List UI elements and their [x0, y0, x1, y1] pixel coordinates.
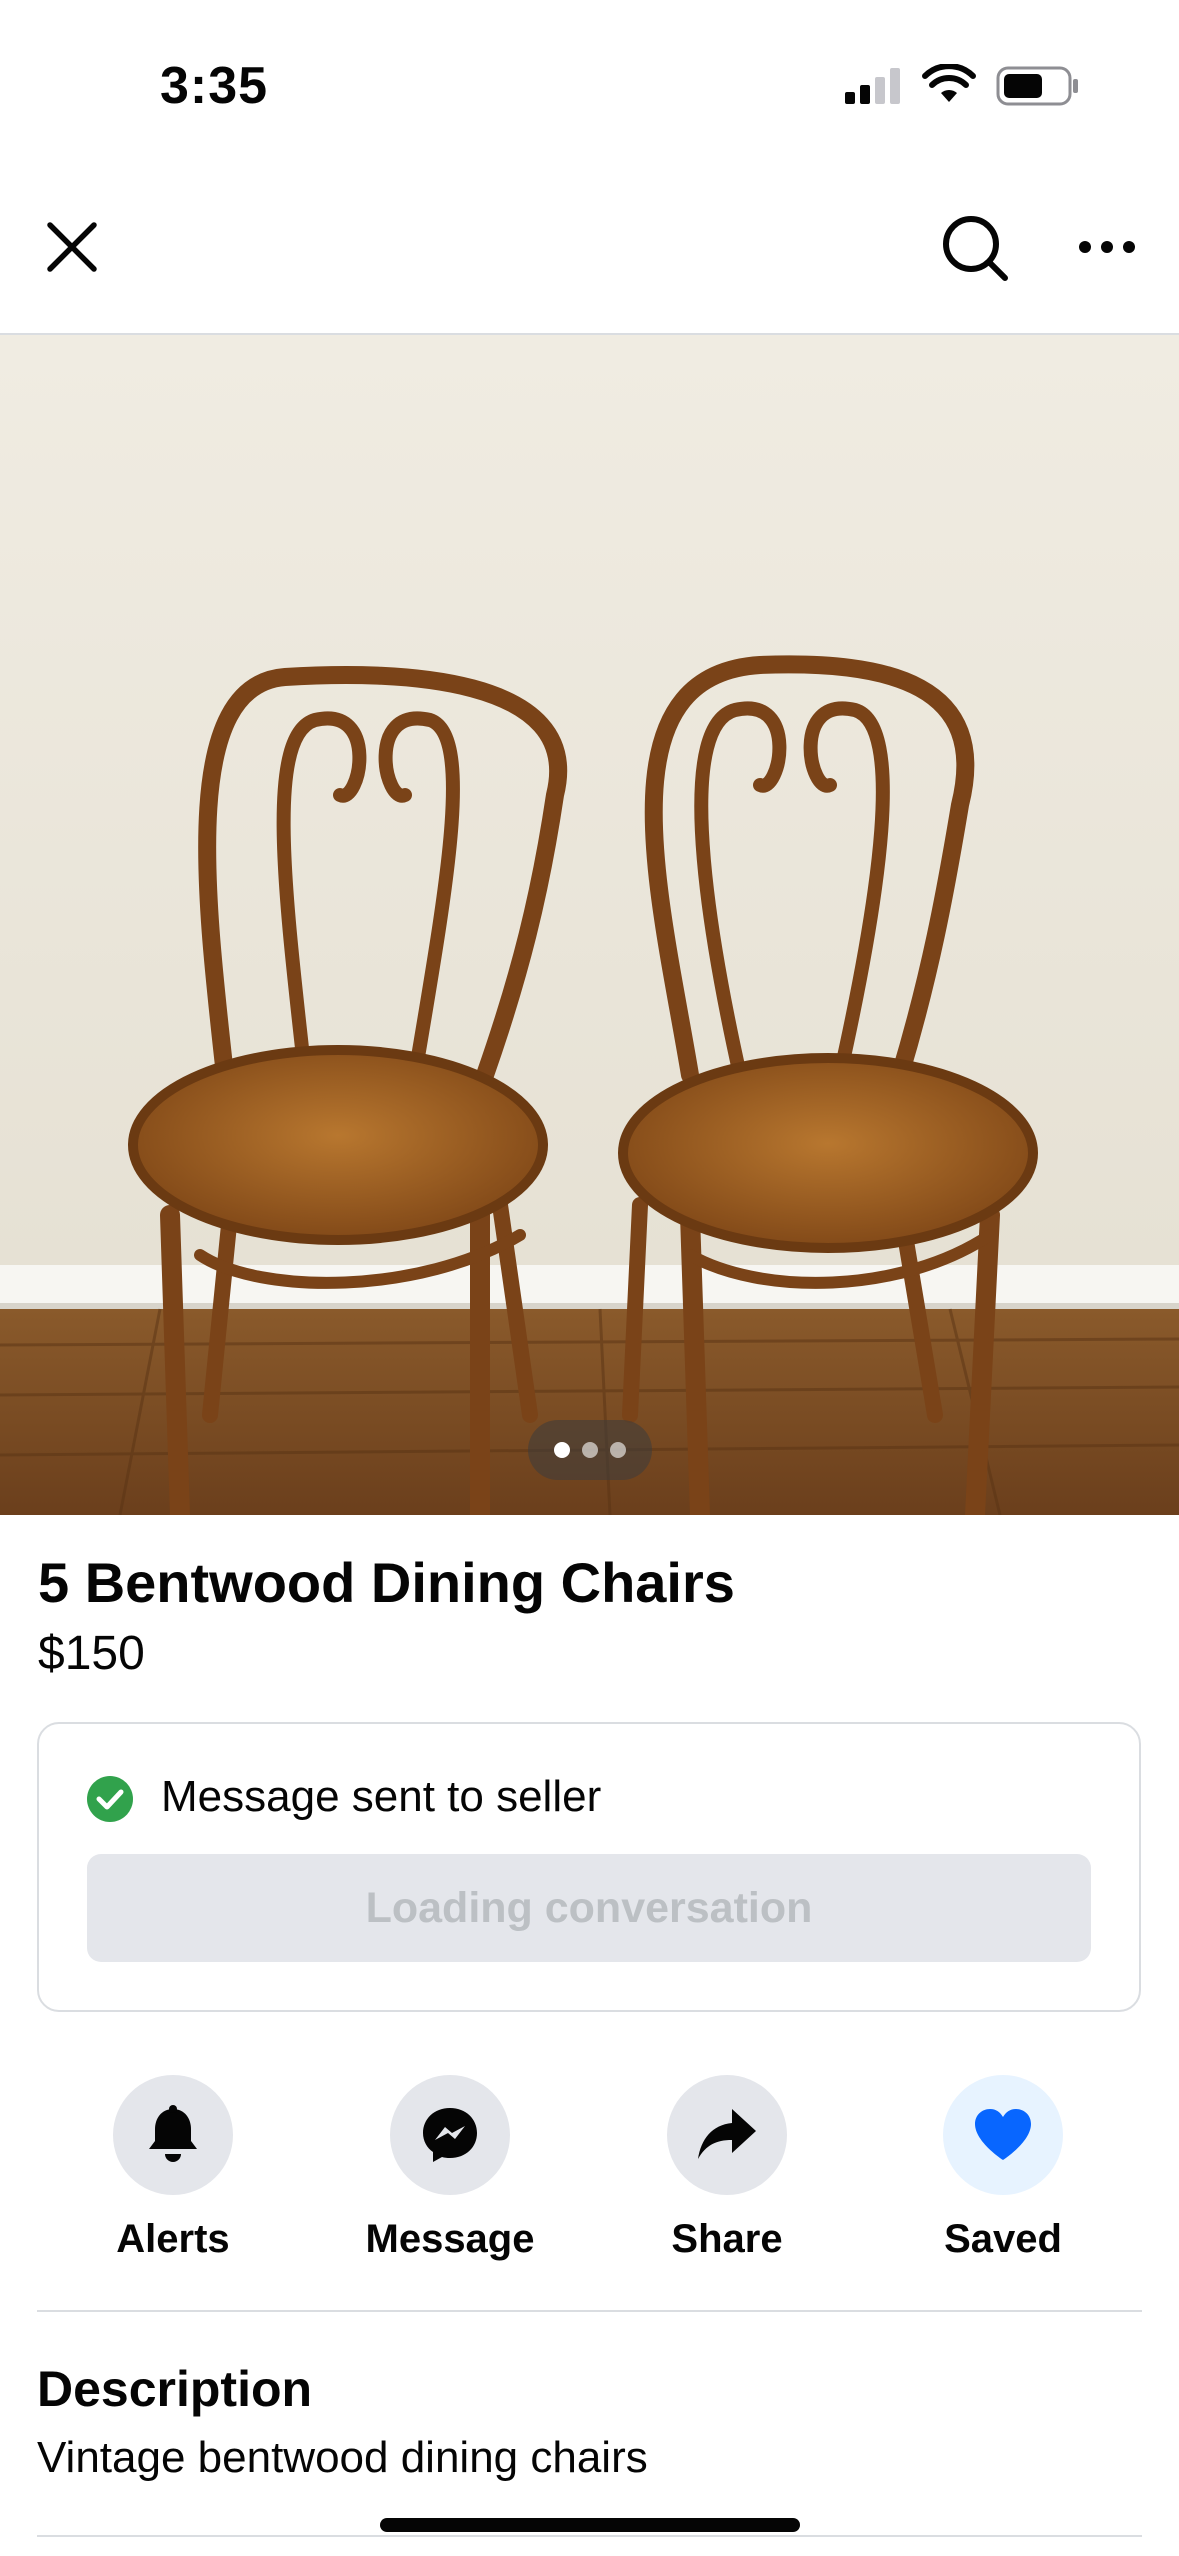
saved-icon-circle — [943, 2075, 1063, 2195]
home-indicator — [380, 2518, 800, 2532]
cellular-signal-icon — [845, 68, 900, 104]
share-button[interactable]: Share — [607, 2075, 847, 2262]
message-button[interactable]: Message — [330, 2075, 570, 2262]
more-horizontal-icon — [1079, 241, 1135, 253]
description-text: Vintage bentwood dining chairs — [37, 2433, 648, 2482]
action-row: Alerts Message Share Saved — [0, 2075, 1179, 2275]
section-divider — [37, 2310, 1142, 2312]
more-options-button[interactable] — [1065, 205, 1149, 289]
share-label: Share — [671, 2217, 783, 2261]
description-heading: Description — [37, 2361, 313, 2417]
alerts-label: Alerts — [116, 2217, 230, 2261]
top-nav-bar — [0, 175, 1179, 335]
pager-dot — [610, 1442, 626, 1458]
photo-pager[interactable] — [528, 1420, 652, 1480]
message-status-card: Message sent to seller Loading conversat… — [37, 1722, 1141, 2012]
section-divider — [37, 2535, 1142, 2537]
message-icon-circle — [390, 2075, 510, 2195]
status-bar: 3:35 — [0, 0, 1179, 170]
alerts-icon-circle — [113, 2075, 233, 2195]
wifi-icon — [922, 64, 976, 102]
listing-photo[interactable] — [0, 335, 1179, 1515]
messenger-icon — [423, 2108, 477, 2162]
search-icon — [943, 216, 1008, 281]
loading-conversation-button[interactable]: Loading conversation — [87, 1854, 1091, 1962]
search-button[interactable] — [930, 203, 1020, 293]
alerts-button[interactable]: Alerts — [53, 2075, 293, 2262]
listing-title: 5 Bentwood Dining Chairs — [38, 1551, 735, 1614]
close-icon — [47, 222, 97, 272]
share-arrow-icon — [698, 2109, 756, 2159]
message-label: Message — [365, 2217, 535, 2261]
chairs-photo-image — [0, 335, 1179, 1515]
saved-button[interactable]: Saved — [883, 2075, 1123, 2262]
message-status-text: Message sent to seller — [161, 1772, 602, 1821]
close-button[interactable] — [30, 205, 114, 289]
bell-icon — [149, 2105, 197, 2162]
check-circle-icon — [87, 1776, 133, 1822]
pager-dot — [554, 1442, 570, 1458]
heart-icon — [975, 2109, 1031, 2160]
listing-price: $150 — [38, 1627, 145, 1680]
pager-dot — [582, 1442, 598, 1458]
battery-icon — [996, 66, 1078, 106]
saved-label: Saved — [944, 2217, 1062, 2261]
share-icon-circle — [667, 2075, 787, 2195]
status-time: 3:35 — [160, 57, 269, 115]
